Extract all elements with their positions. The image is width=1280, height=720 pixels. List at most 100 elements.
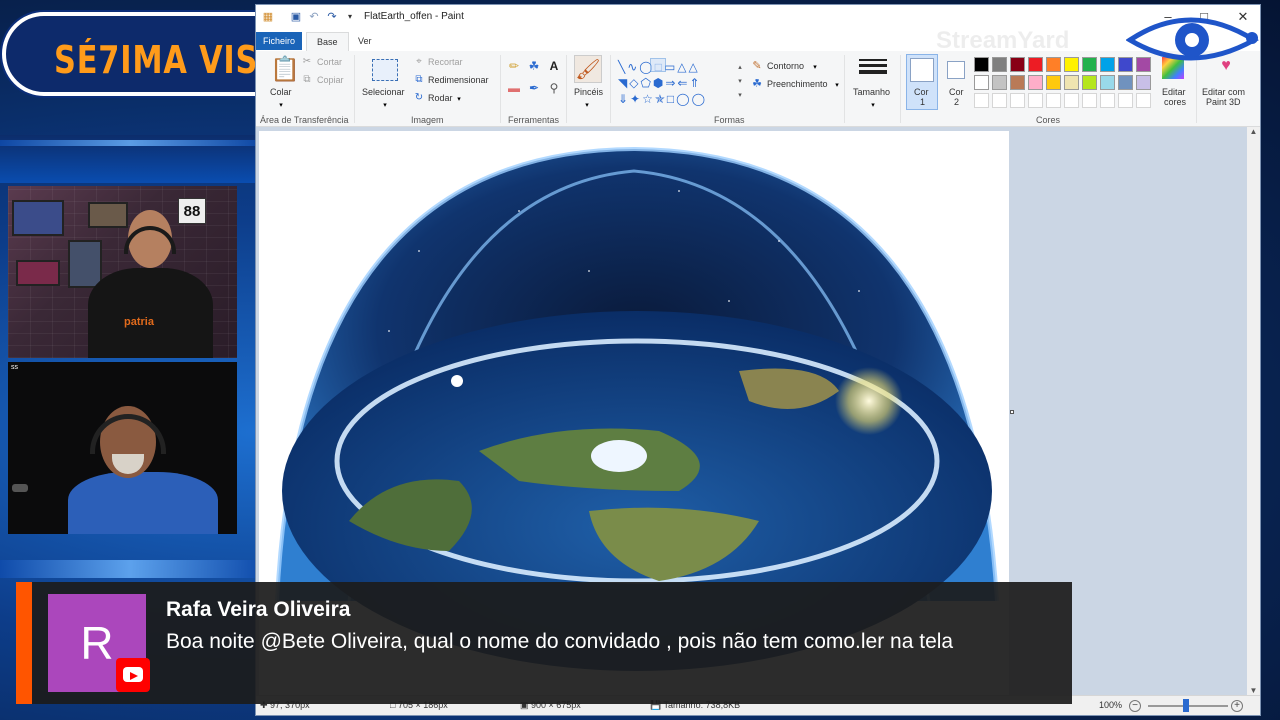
outline-icon[interactable]: ✎ xyxy=(750,59,764,73)
studio-stripe xyxy=(0,140,260,146)
canvas-resize-handle[interactable] xyxy=(1010,410,1014,414)
palette-swatch[interactable] xyxy=(1136,75,1151,90)
size-button[interactable]: Tamanho xyxy=(853,87,890,97)
dropdown-arrow-icon: ▾ xyxy=(871,102,875,109)
zoom-out-button[interactable]: − xyxy=(1129,700,1141,712)
palette-swatch[interactable] xyxy=(1046,57,1061,72)
undo-icon[interactable]: ↶ xyxy=(308,11,320,23)
dropdown-arrow-icon: ▾ xyxy=(585,102,589,109)
color2-swatch[interactable] xyxy=(947,61,965,79)
rotate-icon[interactable]: ↻ xyxy=(412,91,426,105)
palette-swatch-empty[interactable] xyxy=(1046,93,1061,108)
select-icon[interactable] xyxy=(372,59,398,81)
paint-app-icon: ▦ xyxy=(262,11,274,23)
palette-swatch[interactable] xyxy=(1028,75,1043,90)
zoom-in-button[interactable]: + xyxy=(1231,700,1243,712)
palette-swatch[interactable] xyxy=(1010,57,1025,72)
palette-swatch[interactable] xyxy=(1064,75,1079,90)
palette-swatch-empty[interactable] xyxy=(1010,93,1025,108)
palette-swatch[interactable] xyxy=(1082,75,1097,90)
palette-swatch[interactable] xyxy=(1064,57,1079,72)
select-button[interactable]: Selecionar xyxy=(362,87,405,97)
brushes-icon[interactable]: 🖌 xyxy=(574,55,602,83)
tab-file[interactable]: Ficheiro xyxy=(256,32,302,50)
paint3d-button[interactable]: Editar com xyxy=(1202,87,1245,97)
gallery-scroll-icon[interactable]: ▴ ▾ ▾ xyxy=(736,61,744,103)
vertical-scrollbar[interactable]: ▲ ▼ xyxy=(1247,127,1260,697)
redo-icon[interactable]: ↷ xyxy=(326,11,338,23)
palette-swatch[interactable] xyxy=(1100,75,1115,90)
star xyxy=(858,290,860,292)
ribbon-separator xyxy=(900,55,901,123)
jersey-number: 88 xyxy=(178,198,206,224)
text-icon[interactable]: A xyxy=(546,59,562,73)
palette-swatch-empty[interactable] xyxy=(974,93,989,108)
fill-icon[interactable]: ☘ xyxy=(750,77,764,91)
size-icon[interactable] xyxy=(859,59,887,79)
comment-author: Rafa Veira Oliveira xyxy=(166,598,351,621)
palette-swatch-empty[interactable] xyxy=(1100,93,1115,108)
moon xyxy=(451,375,463,387)
palette-swatch-empty[interactable] xyxy=(1064,93,1079,108)
resize-button[interactable]: Redimensionar xyxy=(428,75,489,85)
paste-icon[interactable]: 📋 xyxy=(270,57,300,83)
scroll-down-icon[interactable]: ▼ xyxy=(1247,686,1260,695)
color-picker-icon[interactable]: ✒ xyxy=(526,81,542,95)
shape-ellipse-selected[interactable] xyxy=(650,58,666,72)
color1-label: Cor xyxy=(914,87,929,97)
paint3d-label-line2: Paint 3D xyxy=(1206,97,1241,107)
star xyxy=(518,210,520,212)
color2-label-number: 2 xyxy=(954,97,960,107)
fill-bucket-icon[interactable]: ☘ xyxy=(526,59,542,73)
color2-label: Cor xyxy=(949,87,964,97)
palette-swatch-empty[interactable] xyxy=(1118,93,1133,108)
ribbon-separator xyxy=(500,55,501,123)
palette-swatch-empty[interactable] xyxy=(1028,93,1043,108)
palette-swatch-empty[interactable] xyxy=(992,93,1007,108)
brushes-button[interactable]: Pincéis xyxy=(574,87,603,97)
palette-swatch[interactable] xyxy=(1082,57,1097,72)
pencil-icon[interactable]: ✏ xyxy=(506,59,522,73)
customize-qa-icon[interactable]: ▾ xyxy=(344,11,356,23)
palette-swatch[interactable] xyxy=(1046,75,1061,90)
eye-pupil xyxy=(1185,33,1199,47)
size-line xyxy=(859,70,887,74)
cut-icon[interactable]: ✂ xyxy=(300,55,314,69)
copy-button[interactable]: Copiar xyxy=(317,75,344,85)
guest-body xyxy=(68,472,218,534)
crop-icon[interactable]: ⌖ xyxy=(412,55,426,69)
north-pole-ice xyxy=(591,440,647,472)
zoom-slider-thumb[interactable] xyxy=(1183,699,1189,712)
palette-swatch-empty[interactable] xyxy=(1136,93,1151,108)
palette-swatch[interactable] xyxy=(1010,75,1025,90)
tab-view[interactable]: Ver xyxy=(348,32,382,51)
outline-button[interactable]: Contorno xyxy=(767,61,804,71)
resize-icon[interactable]: ⧉ xyxy=(412,73,426,87)
palette-swatch[interactable] xyxy=(1100,57,1115,72)
palette-swatch[interactable] xyxy=(1118,75,1133,90)
edit-colors-button[interactable]: Editar xyxy=(1162,87,1186,97)
tab-home[interactable]: Base xyxy=(306,32,349,51)
copy-icon[interactable]: ⧉ xyxy=(300,73,314,87)
chat-accent-bar xyxy=(16,582,32,704)
rotate-button[interactable]: Rodar xyxy=(428,93,453,103)
wall-frame xyxy=(68,240,102,288)
ribbon: 📋 Colar ▾ ✂ Cortar ⧉ Copiar Área de Tran… xyxy=(256,27,1260,127)
palette-swatch-empty[interactable] xyxy=(1082,93,1097,108)
magnifier-icon[interactable]: ⚲ xyxy=(546,81,562,95)
palette-swatch[interactable] xyxy=(974,75,989,90)
palette-swatch[interactable] xyxy=(992,75,1007,90)
palette-swatch[interactable] xyxy=(974,57,989,72)
crop-button[interactable]: Recortar xyxy=(428,57,463,67)
color1-swatch xyxy=(910,58,934,82)
save-icon[interactable]: ▣ xyxy=(290,11,302,23)
paste-button[interactable]: Colar xyxy=(270,87,292,97)
fill-button[interactable]: Preenchimento xyxy=(767,79,828,89)
help-dot xyxy=(1246,32,1258,44)
cut-button[interactable]: Cortar xyxy=(317,57,342,67)
scroll-up-icon[interactable]: ▲ xyxy=(1247,127,1260,136)
palette-swatch[interactable] xyxy=(1028,57,1043,72)
eraser-icon[interactable]: ▬ xyxy=(506,81,522,95)
palette-swatch[interactable] xyxy=(992,57,1007,72)
shapes-gallery[interactable]: ╲∿◯□▭△△◥◇⬠⬢⇒⇐⇑⇓✦☆✯□◯◯ xyxy=(618,59,738,107)
